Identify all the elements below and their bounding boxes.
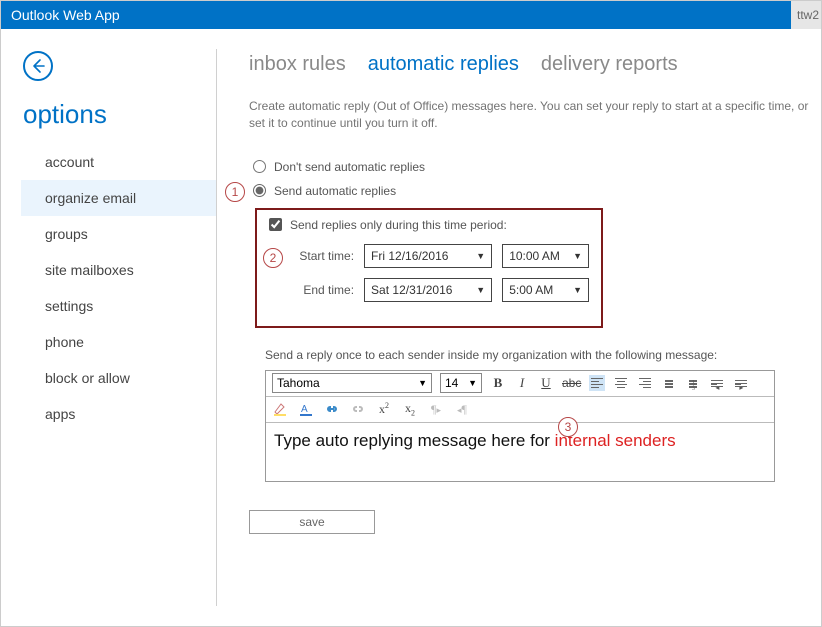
font-family-value: Tahoma (277, 376, 320, 390)
chevron-down-icon: ▼ (418, 378, 427, 388)
app-title: Outlook Web App (11, 7, 120, 23)
radio-send-label: Send automatic replies (274, 184, 396, 198)
arrow-left-icon (30, 58, 46, 74)
subscript-button[interactable]: x2 (402, 401, 418, 417)
outdent-button[interactable]: ◂ (709, 375, 725, 391)
start-time-combo[interactable]: 10:00 AM ▼ (502, 244, 589, 268)
check-period[interactable]: Send replies only during this time perio… (269, 218, 589, 232)
bold-button[interactable]: B (490, 375, 506, 391)
sidebar-item-account[interactable]: account (21, 144, 216, 180)
start-date-value: Fri 12/16/2016 (371, 249, 448, 263)
strikethrough-button[interactable]: abc (562, 376, 581, 390)
content: options accountorganize emailgroupssite … (1, 29, 821, 626)
callout-3: 3 (558, 417, 578, 437)
user-chip[interactable]: ttw2 (791, 1, 821, 29)
editor-text: Type auto replying message here for inte… (274, 431, 676, 450)
end-time-combo[interactable]: 5:00 AM ▼ (502, 278, 589, 302)
editor-toolbar-1: Tahoma ▼ 14 ▼ B I U abc 123 (266, 371, 774, 397)
superscript-button[interactable]: x2 (376, 401, 392, 417)
time-period-box: Send replies only during this time perio… (255, 208, 603, 328)
chevron-down-icon: ▼ (573, 285, 582, 295)
editor-toolbar-2: A x2 x2 ¶▸ ◂¶ (266, 397, 774, 423)
main-panel: inbox rules automatic replies delivery rep… (217, 29, 821, 626)
remove-link-button[interactable] (350, 401, 366, 417)
insert-link-button[interactable] (324, 401, 340, 417)
editor-wrap: Tahoma ▼ 14 ▼ B I U abc 123 (265, 370, 775, 482)
font-size-combo[interactable]: 14 ▼ (440, 373, 482, 393)
end-date-combo[interactable]: Sat 12/31/2016 ▼ (364, 278, 492, 302)
save-button[interactable]: save (249, 510, 375, 534)
radio-dont-send[interactable]: Don't send automatic replies (253, 160, 821, 174)
underline-button[interactable]: U (538, 375, 554, 391)
align-left-button[interactable] (589, 375, 605, 391)
radio-send[interactable]: Send automatic replies (253, 184, 821, 198)
svg-text:A: A (301, 404, 308, 415)
start-date-combo[interactable]: Fri 12/16/2016 ▼ (364, 244, 492, 268)
sidebar-item-phone[interactable]: phone (21, 324, 216, 360)
options-heading: options (23, 99, 216, 130)
chevron-down-icon: ▼ (573, 251, 582, 261)
end-date-value: Sat 12/31/2016 (371, 283, 452, 297)
tab-delivery-reports[interactable]: delivery reports (541, 53, 678, 76)
back-button[interactable] (23, 51, 53, 81)
rtl-button[interactable]: ◂¶ (454, 402, 470, 417)
radio-dont-send-label: Don't send automatic replies (274, 160, 425, 174)
editor-body[interactable]: Type auto replying message here for inte… (266, 423, 774, 481)
check-period-input[interactable] (269, 218, 282, 231)
font-family-combo[interactable]: Tahoma ▼ (272, 373, 432, 393)
align-right-button[interactable] (637, 375, 653, 391)
tab-automatic-replies[interactable]: automatic replies (368, 53, 519, 76)
chevron-down-icon: ▼ (468, 378, 477, 388)
chevron-down-icon: ▼ (476, 251, 485, 261)
sidebar-item-apps[interactable]: apps (21, 396, 216, 432)
sidebar-item-block-or-allow[interactable]: block or allow (21, 360, 216, 396)
sidebar-item-organize-email[interactable]: organize email (21, 180, 216, 216)
sidebar-item-settings[interactable]: settings (21, 288, 216, 324)
bullet-list-button[interactable] (661, 375, 677, 391)
nav-list: accountorganize emailgroupssite mailboxe… (21, 144, 216, 432)
start-time-label: Start time: (295, 249, 354, 263)
sidebar-item-groups[interactable]: groups (21, 216, 216, 252)
end-time-value: 5:00 AM (509, 283, 553, 297)
start-time-row: Start time: Fri 12/16/2016 ▼ 10:00 AM ▼ (295, 244, 589, 268)
align-center-button[interactable] (613, 375, 629, 391)
titlebar: Outlook Web App ttw2 (1, 1, 821, 29)
callout-2: 2 (263, 248, 283, 268)
page-description: Create automatic reply (Out of Office) m… (249, 98, 809, 132)
font-size-value: 14 (445, 376, 458, 390)
ltr-button[interactable]: ¶▸ (428, 402, 444, 417)
end-time-label: End time: (295, 283, 354, 297)
start-time-value: 10:00 AM (509, 249, 560, 263)
sidebar-item-site-mailboxes[interactable]: site mailboxes (21, 252, 216, 288)
indent-button[interactable]: ▸ (733, 375, 749, 391)
callout-1: 1 (225, 182, 245, 202)
font-color-button[interactable]: A (298, 401, 314, 417)
radio-group: Don't send automatic replies 1 Send auto… (249, 160, 821, 534)
tabs: inbox rules automatic replies delivery rep… (249, 53, 821, 76)
chevron-down-icon: ▼ (476, 285, 485, 295)
tab-inbox-rules[interactable]: inbox rules (249, 53, 346, 76)
radio-dont-send-input[interactable] (253, 160, 266, 173)
sidebar: options accountorganize emailgroupssite … (1, 29, 216, 626)
check-period-label: Send replies only during this time perio… (290, 218, 507, 232)
numbered-list-button[interactable]: 123 (685, 375, 701, 391)
reply-description: Send a reply once to each sender inside … (265, 348, 821, 362)
end-time-row: End time: Sat 12/31/2016 ▼ 5:00 AM ▼ (295, 278, 589, 302)
highlight-button[interactable] (272, 401, 288, 417)
italic-button[interactable]: I (514, 375, 530, 391)
radio-send-input[interactable] (253, 184, 266, 197)
